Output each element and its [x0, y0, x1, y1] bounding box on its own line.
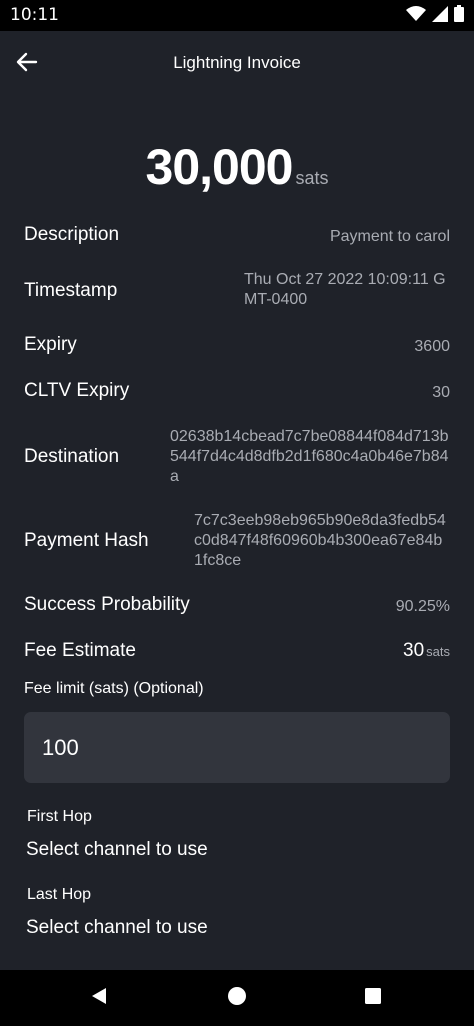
- detail-value: Thu Oct 27 2022 10:09:11 GMT-0400: [244, 271, 446, 308]
- detail-row-expiry: Expiry 3600: [24, 334, 450, 360]
- detail-value: 02638b14cbead7c7be08844f084d713b544f7d4c…: [170, 428, 449, 485]
- detail-label: Success Probability: [24, 594, 190, 615]
- status-time: 10:11: [10, 5, 59, 25]
- detail-row-success-probability: Success Probability 90.25%: [24, 594, 450, 620]
- detail-value: 7c7c3eeb98eb965b90e8da3fedb54c0d847f48f6…: [194, 512, 446, 569]
- amount-value: 30,000: [145, 139, 294, 195]
- invoice-amount: 30,000 sats: [0, 138, 474, 196]
- detail-label: Destination: [24, 446, 120, 467]
- screen: 10:11 Lightning Invoice 30,000 sats Desc…: [0, 0, 474, 1026]
- wifi-icon: [406, 5, 426, 27]
- detail-label: CLTV Expiry: [24, 380, 130, 401]
- detail-label: Fee Estimate: [24, 640, 136, 661]
- first-hop-selector[interactable]: Select channel to use: [26, 839, 208, 861]
- detail-row-timestamp: Timestamp Thu Oct 27 2022 10:09:11 GMT-0…: [24, 270, 450, 312]
- detail-value: 30: [432, 384, 450, 401]
- detail-label: Expiry: [24, 334, 77, 355]
- nav-home-button[interactable]: [223, 984, 251, 1012]
- last-hop-selector[interactable]: Select channel to use: [26, 917, 208, 939]
- detail-row-cltv-expiry: CLTV Expiry 30: [24, 380, 450, 406]
- fee-estimate-number: 30: [403, 640, 425, 661]
- detail-row-payment-hash: Payment Hash 7c7c3eeb98eb965b90e8da3fedb…: [24, 511, 450, 573]
- detail-row-description: Description Payment to carol: [24, 224, 450, 250]
- page-title: Lightning Invoice: [173, 53, 301, 72]
- status-icons: [406, 5, 464, 27]
- detail-value: 90.25%: [395, 598, 450, 615]
- status-bar: 10:11: [0, 0, 474, 31]
- detail-value: 3600: [414, 338, 450, 355]
- fee-limit-label: Fee limit (sats) (Optional): [24, 680, 204, 697]
- amount-unit: sats: [295, 168, 329, 188]
- detail-value: Payment to carol: [329, 228, 450, 245]
- nav-back-button[interactable]: [85, 984, 113, 1012]
- fee-estimate-unit: sats: [426, 644, 450, 659]
- nav-recents-button[interactable]: [359, 984, 387, 1012]
- header: Lightning Invoice: [0, 31, 474, 97]
- last-hop-label: Last Hop: [27, 886, 92, 903]
- fee-estimate-value: 30 sats: [403, 640, 450, 662]
- recents-square-icon: [363, 986, 383, 1011]
- home-circle-icon: [227, 986, 247, 1011]
- detail-row-fee-estimate: Fee Estimate 30 sats: [24, 640, 450, 666]
- detail-label: Description: [24, 224, 120, 245]
- battery-icon: [454, 5, 464, 27]
- detail-label: Payment Hash: [24, 530, 149, 551]
- signal-icon: [432, 5, 448, 27]
- detail-label: Timestamp: [24, 280, 118, 301]
- fee-limit-input[interactable]: [24, 712, 450, 783]
- detail-row-destination: Destination 02638b14cbead7c7be08844f084d…: [24, 427, 450, 489]
- back-triangle-icon: [89, 986, 109, 1011]
- first-hop-label: First Hop: [27, 808, 92, 825]
- system-nav-bar: [0, 970, 474, 1026]
